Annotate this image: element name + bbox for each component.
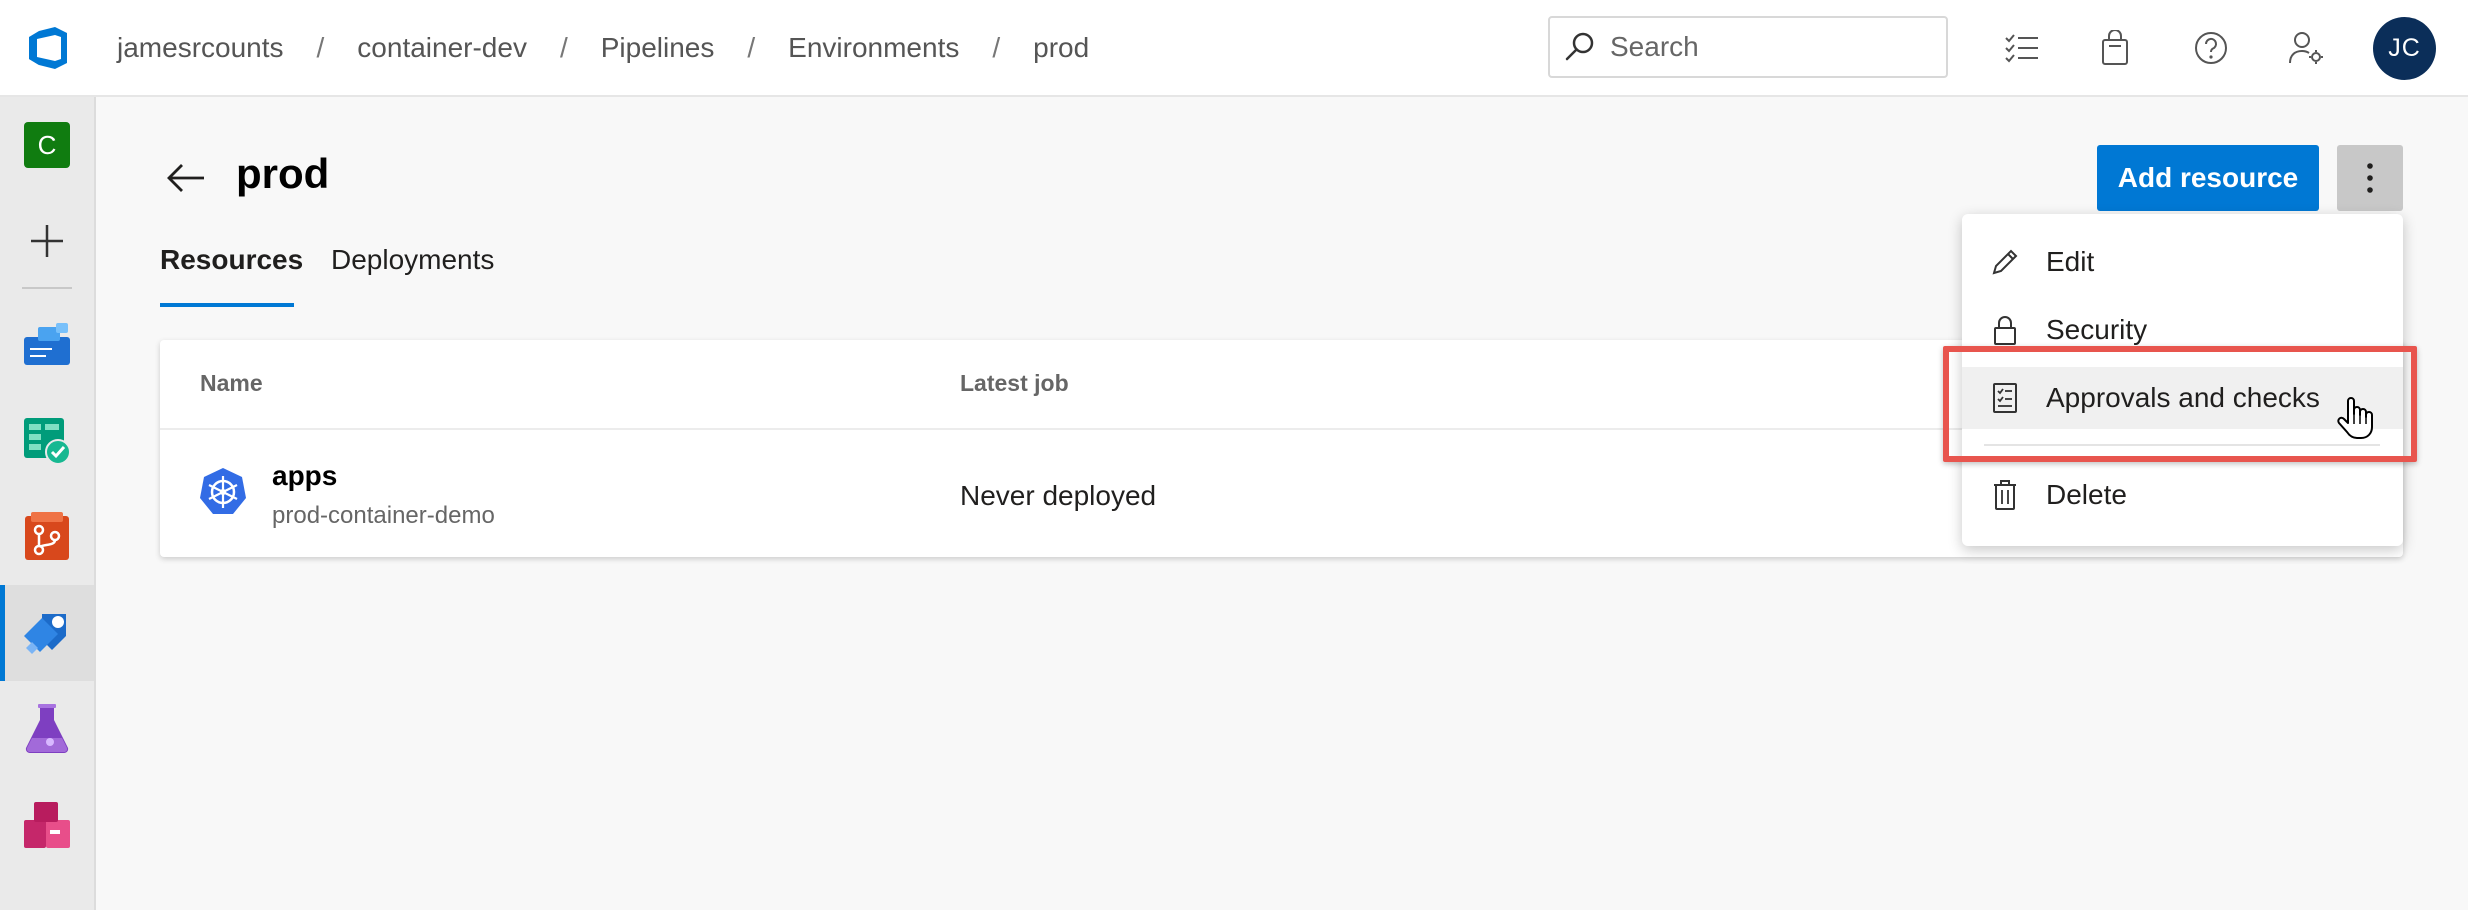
column-header-latest-job[interactable]: Latest job: [960, 370, 1069, 397]
breadcrumb-prod[interactable]: prod: [1033, 28, 1089, 68]
lock-icon: [1984, 314, 2026, 346]
azure-devops-logo-icon[interactable]: [0, 0, 96, 96]
checklist-icon: [1984, 382, 2026, 414]
active-tab-indicator: [160, 303, 294, 307]
pipelines-icon[interactable]: [0, 585, 94, 681]
test-plans-icon[interactable]: [0, 681, 94, 777]
breadcrumb: jamesrcounts / container-dev / Pipelines…: [117, 28, 1089, 68]
breadcrumb-environments[interactable]: Environments: [788, 28, 959, 68]
more-vertical-icon[interactable]: [2337, 145, 2403, 211]
overview-icon[interactable]: [0, 297, 94, 393]
menu-item-security[interactable]: Security: [1962, 299, 2403, 361]
repos-icon[interactable]: [0, 489, 94, 585]
rail-divider: [22, 287, 72, 289]
boards-icon[interactable]: [0, 393, 94, 489]
resource-subtitle: prod-container-demo: [272, 502, 495, 529]
add-resource-button[interactable]: Add resource: [2097, 145, 2319, 211]
resource-latest-job: Never deployed: [960, 480, 1157, 511]
resource-name[interactable]: apps: [272, 460, 337, 492]
tab-deployments[interactable]: Deployments: [331, 244, 494, 298]
back-arrow-icon[interactable]: [162, 154, 210, 202]
column-header-name[interactable]: Name: [200, 370, 263, 397]
avatar[interactable]: JC: [2373, 17, 2436, 80]
hand-cursor-icon: [2337, 397, 2373, 439]
menu-item-label: Delete: [2046, 479, 2127, 510]
breadcrumb-separator: /: [316, 31, 325, 63]
breadcrumb-separator: /: [559, 31, 568, 63]
breadcrumb-pipelines[interactable]: Pipelines: [601, 28, 715, 68]
search-box[interactable]: [1548, 16, 1948, 78]
plus-icon[interactable]: [0, 193, 94, 289]
artifacts-icon[interactable]: [0, 777, 94, 873]
kubernetes-icon: [200, 468, 246, 514]
tab-resources[interactable]: Resources: [160, 244, 303, 298]
user-settings-icon[interactable]: [2285, 26, 2329, 70]
search-icon: [1550, 30, 1610, 64]
help-icon[interactable]: [2189, 26, 2233, 70]
menu-divider: [1984, 444, 2380, 446]
menu-item-delete[interactable]: Delete: [1962, 464, 2403, 526]
menu-item-label: Security: [2046, 314, 2148, 345]
menu-item-label: Approvals and checks: [2046, 382, 2320, 413]
pencil-icon: [1984, 247, 2026, 277]
menu-item-label: Edit: [2046, 246, 2095, 277]
breadcrumb-project[interactable]: container-dev: [357, 28, 527, 68]
breadcrumb-separator: /: [747, 31, 756, 63]
more-actions-menu: Edit Security Approvals and checks Delet…: [1962, 214, 2403, 546]
menu-item-edit[interactable]: Edit: [1962, 231, 2403, 293]
top-bar: jamesrcounts / container-dev / Pipelines…: [0, 0, 2468, 97]
search-input[interactable]: [1610, 31, 1930, 63]
marketplace-bag-icon[interactable]: [2093, 26, 2137, 70]
breadcrumb-separator: /: [992, 31, 1001, 63]
work-items-icon[interactable]: [2000, 26, 2044, 70]
trash-icon: [1984, 479, 2026, 511]
project-badge-item[interactable]: C: [0, 97, 94, 193]
breadcrumb-org[interactable]: jamesrcounts: [117, 28, 284, 68]
project-badge: C: [24, 122, 70, 168]
left-rail: C: [0, 97, 96, 910]
page-title: prod: [236, 150, 330, 197]
